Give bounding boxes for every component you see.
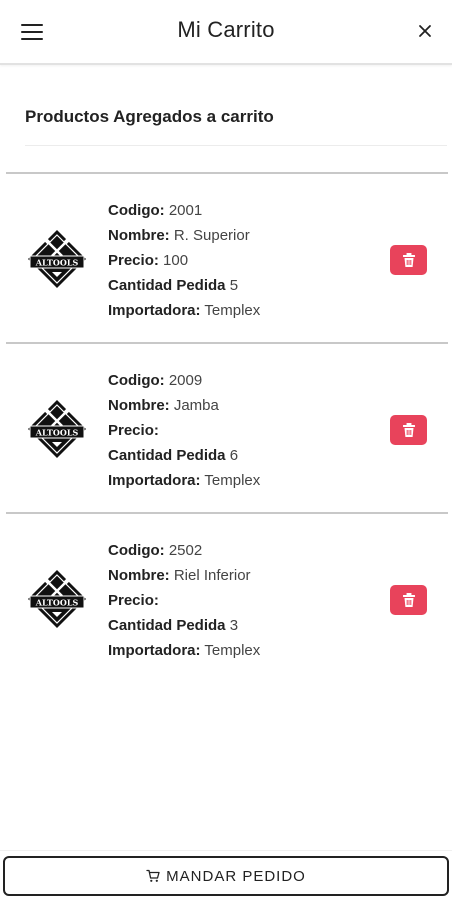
nombre-label: Nombre: — [108, 567, 170, 584]
altools-logo: ALTOOLS — [24, 566, 90, 632]
trash-icon — [402, 423, 415, 437]
delete-item-button[interactable] — [390, 415, 427, 445]
precio-row: Precio: — [108, 418, 260, 443]
cantidad-label: Cantidad Pedida — [108, 617, 226, 634]
cart-item: ALTOOLS Codigo: 2001 Nombre: R. Superior… — [6, 172, 448, 342]
section-title: Productos Agregados a carrito — [25, 107, 274, 126]
altools-logo: ALTOOLS — [24, 396, 90, 462]
cart-item: ALTOOLS Codigo: 2502 Nombre: Riel Inferi… — [6, 512, 448, 682]
importadora-row: Importadora: Templex — [108, 298, 260, 323]
item-details: Codigo: 2001 Nombre: R. Superior Precio:… — [108, 198, 260, 323]
codigo-row: Codigo: 2001 — [108, 198, 260, 223]
cantidad-value: 5 — [229, 277, 239, 294]
logo-text: ALTOOLS — [35, 258, 79, 268]
codigo-label: Codigo: — [108, 542, 165, 559]
importadora-value: Templex — [204, 302, 261, 319]
codigo-row: Codigo: 2502 — [108, 538, 260, 563]
importadora-row: Importadora: Templex — [108, 638, 260, 663]
cart-item: ALTOOLS Codigo: 2009 Nombre: Jamba Preci… — [6, 342, 448, 512]
trash-icon — [402, 253, 415, 267]
precio-label: Precio: — [108, 592, 159, 609]
altools-logo: ALTOOLS — [24, 226, 90, 292]
cantidad-row: Cantidad Pedida 6 — [108, 443, 260, 468]
nombre-value: Riel Inferior — [173, 567, 251, 584]
cart-icon — [146, 869, 160, 883]
item-details: Codigo: 2502 Nombre: Riel Inferior Preci… — [108, 538, 260, 663]
codigo-row: Codigo: 2009 — [108, 368, 260, 393]
cantidad-row: Cantidad Pedida 3 — [108, 613, 260, 638]
trash-icon — [402, 593, 415, 607]
page-title: Mi Carrito — [177, 17, 275, 42]
precio-label: Precio: — [108, 422, 159, 439]
close-icon[interactable] — [412, 18, 438, 44]
precio-value: 100 — [163, 252, 189, 269]
nombre-row: Nombre: R. Superior — [108, 223, 260, 248]
delete-item-button[interactable] — [390, 585, 427, 615]
nombre-value: Jamba — [173, 397, 219, 414]
nombre-value: R. Superior — [173, 227, 250, 244]
precio-label: Precio: — [108, 252, 159, 269]
cantidad-value: 6 — [229, 447, 239, 464]
cart-list: ALTOOLS Codigo: 2001 Nombre: R. Superior… — [6, 172, 448, 682]
nombre-row: Nombre: Jamba — [108, 393, 260, 418]
importadora-value: Templex — [204, 472, 261, 489]
section-divider — [25, 145, 447, 146]
cantidad-value: 3 — [229, 617, 239, 634]
precio-row: Precio: — [108, 588, 260, 613]
cantidad-row: Cantidad Pedida 5 — [108, 273, 260, 298]
app-header: Mi Carrito — [0, 0, 452, 65]
codigo-label: Codigo: — [108, 202, 165, 219]
codigo-label: Codigo: — [108, 372, 165, 389]
cantidad-label: Cantidad Pedida — [108, 277, 226, 294]
importadora-value: Templex — [204, 642, 261, 659]
importadora-label: Importadora: — [108, 472, 201, 489]
item-details: Codigo: 2009 Nombre: Jamba Precio: Canti… — [108, 368, 260, 493]
nombre-label: Nombre: — [108, 227, 170, 244]
nombre-label: Nombre: — [108, 397, 170, 414]
codigo-value: 2001 — [168, 202, 203, 219]
send-order-button[interactable]: MANDAR PEDIDO — [3, 856, 449, 896]
delete-item-button[interactable] — [390, 245, 427, 275]
logo-text: ALTOOLS — [35, 428, 79, 438]
logo-text: ALTOOLS — [35, 598, 79, 608]
cantidad-label: Cantidad Pedida — [108, 447, 226, 464]
send-order-label: MANDAR PEDIDO — [166, 867, 306, 885]
importadora-label: Importadora: — [108, 642, 201, 659]
nombre-row: Nombre: Riel Inferior — [108, 563, 260, 588]
precio-row: Precio: 100 — [108, 248, 260, 273]
codigo-value: 2009 — [168, 372, 203, 389]
importadora-label: Importadora: — [108, 302, 201, 319]
importadora-row: Importadora: Templex — [108, 468, 260, 493]
codigo-value: 2502 — [168, 542, 203, 559]
